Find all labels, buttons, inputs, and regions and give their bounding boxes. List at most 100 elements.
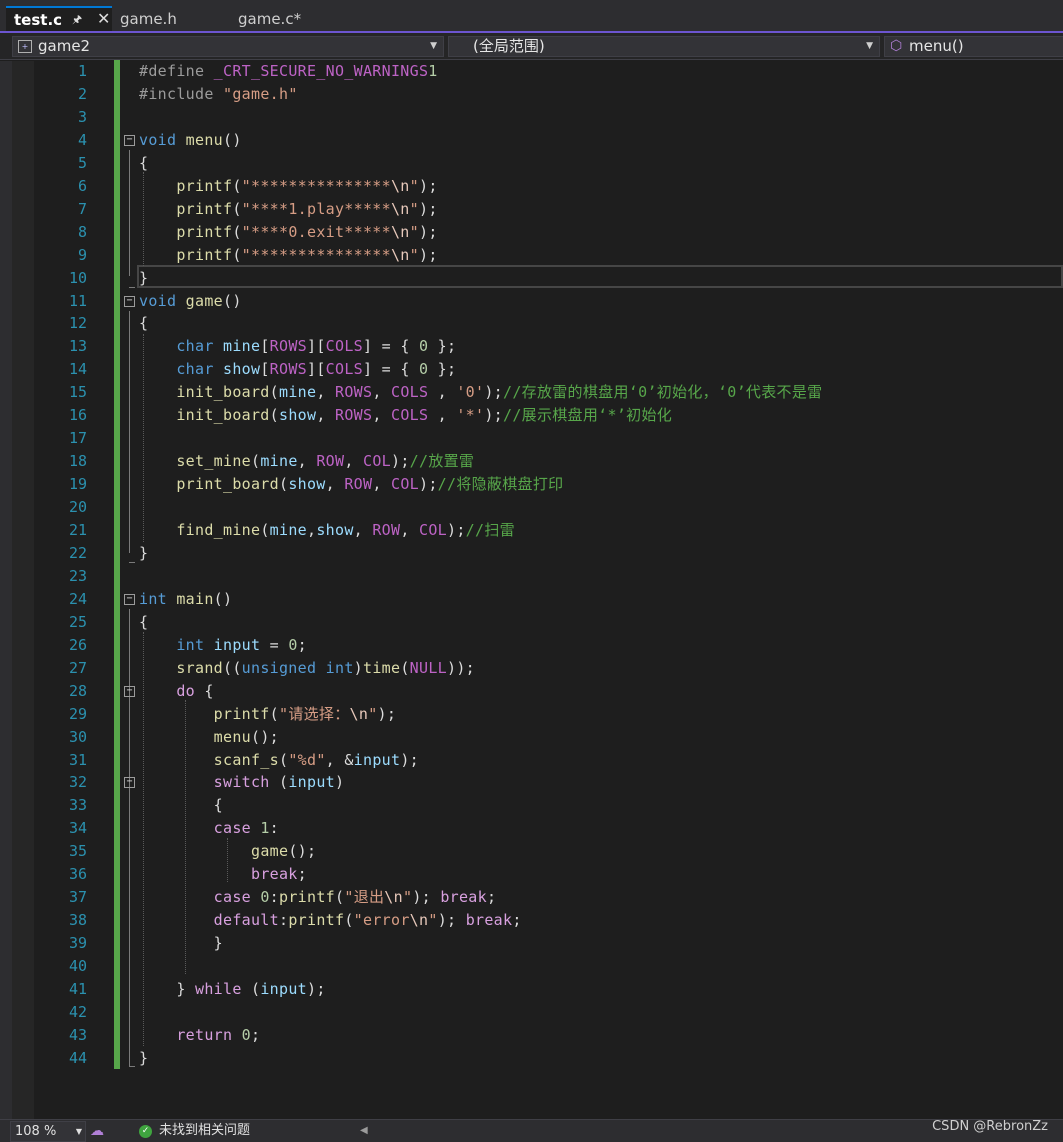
issues-status[interactable]: 未找到相关问题 [159, 1120, 250, 1142]
brain-icon[interactable]: ☁ [90, 1120, 104, 1142]
line-number: 26 [68, 635, 87, 654]
code-line[interactable]: 26 int input = 0; [0, 634, 1063, 657]
project-dropdown[interactable]: + game2 ▼ [12, 36, 444, 57]
pin-icon[interactable]: 🖈 [72, 8, 82, 32]
code-line[interactable]: 13 char mine[ROWS][COLS] = { 0 }; [0, 335, 1063, 358]
code-line[interactable]: 17 [0, 427, 1063, 450]
line-number: 23 [68, 566, 87, 585]
code-line[interactable]: 43 return 0; [0, 1024, 1063, 1047]
code-line[interactable]: 27 srand((unsigned int)time(NULL)); [0, 657, 1063, 680]
code-text: } [139, 543, 149, 562]
code-text: char show[ROWS][COLS] = { 0 }; [176, 360, 457, 379]
code-line[interactable]: 22} [0, 542, 1063, 565]
tab-game-c[interactable]: game.c* [230, 6, 354, 32]
code-line[interactable]: 9 printf("***************\n"); [0, 244, 1063, 267]
code-line[interactable]: 35 game(); [0, 840, 1063, 863]
code-text: printf("****0.exit*****\n"); [176, 222, 438, 241]
code-line[interactable]: 24 − int main() [0, 588, 1063, 611]
collapse-icon[interactable]: − [124, 593, 135, 605]
code-text: return 0; [176, 1025, 261, 1044]
line-number: 29 [68, 704, 87, 723]
code-text: } [139, 934, 223, 953]
code-line[interactable]: 7 printf("****1.play*****\n"); [0, 198, 1063, 221]
code-line[interactable]: 37 case 0:printf("退出\n"); break; [0, 886, 1063, 909]
scope-dropdown[interactable]: (全局范围) ▼ [448, 36, 880, 57]
code-line[interactable]: 20 [0, 496, 1063, 519]
code-line[interactable]: 10} [0, 267, 1063, 290]
code-line[interactable]: 31 scanf_s("%d", &input); [0, 749, 1063, 772]
line-number: 37 [68, 888, 87, 907]
code-line[interactable]: 44} [0, 1047, 1063, 1070]
close-icon[interactable]: ✕ [97, 7, 110, 31]
code-text: find_mine(mine,show, ROW, COL);//扫雷 [176, 521, 515, 539]
code-line[interactable]: 15 init_board(mine, ROWS, COLS , '0');//… [0, 381, 1063, 404]
scroll-left-icon[interactable]: ◀ [360, 1120, 368, 1142]
code-line[interactable]: 41 } while (input); [0, 978, 1063, 1001]
line-number: 1 [77, 62, 87, 80]
zoom-level: 108 % [15, 1124, 57, 1139]
scope-label: (全局范围) [473, 37, 545, 55]
line-number: 3 [77, 107, 87, 126]
code-line[interactable]: 6 printf("***************\n"); [0, 175, 1063, 198]
collapse-icon[interactable]: − [124, 134, 135, 146]
line-number: 16 [68, 406, 87, 425]
code-text: { [139, 153, 149, 172]
collapse-icon[interactable]: − [124, 685, 135, 697]
line-number: 17 [68, 429, 87, 448]
cube-icon: ⬡ [890, 38, 903, 54]
code-line[interactable]: 40 [0, 955, 1063, 978]
line-number: 42 [68, 1002, 87, 1021]
code-line[interactable]: 4 − void menu() [0, 129, 1063, 152]
code-line[interactable]: 39 } [0, 932, 1063, 955]
member-label: menu() [909, 37, 964, 55]
code-line[interactable]: 11 − void game() [0, 290, 1063, 313]
tab-game-h[interactable]: game.h [112, 6, 228, 32]
chevron-down-icon: ▼ [866, 41, 873, 51]
collapse-icon[interactable]: − [124, 295, 135, 307]
chevron-down-icon: ▼ [430, 41, 437, 51]
collapse-icon[interactable]: − [124, 777, 135, 789]
code-line[interactable]: 36 break; [0, 863, 1063, 886]
line-number: 10 [68, 268, 87, 287]
code-line[interactable]: 25 { [0, 611, 1063, 634]
line-number: 32 [68, 773, 87, 792]
line-number: 39 [68, 934, 87, 953]
code-line[interactable]: 16 init_board(show, ROWS, COLS , '*');//… [0, 404, 1063, 427]
tab-test-c[interactable]: test.c 🖈 ✕ [6, 6, 112, 32]
code-line[interactable]: 21 find_mine(mine,show, ROW, COL);//扫雷 [0, 519, 1063, 542]
line-number: 33 [68, 796, 87, 815]
line-number: 18 [68, 452, 87, 471]
code-text: } while (input); [139, 980, 326, 998]
code-line[interactable]: 12 { [0, 312, 1063, 335]
code-text: { [139, 314, 149, 333]
code-line[interactable]: 38 default:printf("error\n"); break; [0, 909, 1063, 932]
member-dropdown[interactable]: ⬡ menu() [884, 36, 1063, 57]
code-line[interactable]: 34 case 1: [0, 817, 1063, 840]
code-line[interactable]: 30 menu(); [0, 726, 1063, 749]
code-line[interactable]: 8 printf("****0.exit*****\n"); [0, 221, 1063, 244]
code-text: do { [176, 681, 214, 700]
code-line[interactable]: 18 set_mine(mine, ROW, COL);//放置雷 [0, 450, 1063, 473]
code-line[interactable]: 29 printf("请选择：\n"); [0, 703, 1063, 726]
code-line[interactable]: 42 [0, 1001, 1063, 1024]
code-text: init_board(show, ROWS, COLS , '*');//展示棋… [176, 406, 673, 425]
navigation-bar: + game2 ▼ (全局范围) ▼ ⬡ menu() [0, 33, 1063, 60]
zoom-dropdown[interactable]: 108 % ▼ [10, 1121, 86, 1142]
code-line[interactable]: 32 − switch (input) [0, 771, 1063, 794]
code-line[interactable]: 14 char show[ROWS][COLS] = { 0 }; [0, 358, 1063, 381]
line-number: 30 [68, 727, 87, 746]
code-line[interactable]: 28 − do { [0, 680, 1063, 703]
code-line[interactable]: 19 print_board(show, ROW, COL);//将隐蔽棋盘打印 [0, 473, 1063, 496]
code-text: { [139, 612, 149, 631]
code-text: } [139, 268, 149, 287]
code-line[interactable]: 2 #include "game.h" [0, 83, 1063, 106]
project-name: game2 [38, 37, 91, 55]
code-line[interactable]: 1 #define _CRT_SECURE_NO_WARNINGS1 [0, 60, 1063, 83]
line-number: 36 [68, 865, 87, 884]
line-number: 38 [68, 911, 87, 930]
code-line[interactable]: 3 [0, 106, 1063, 129]
code-line[interactable]: 33 { [0, 794, 1063, 817]
code-line[interactable]: 23 [0, 565, 1063, 588]
code-line[interactable]: 5{ [0, 152, 1063, 175]
tab-label: game.h [120, 10, 177, 28]
